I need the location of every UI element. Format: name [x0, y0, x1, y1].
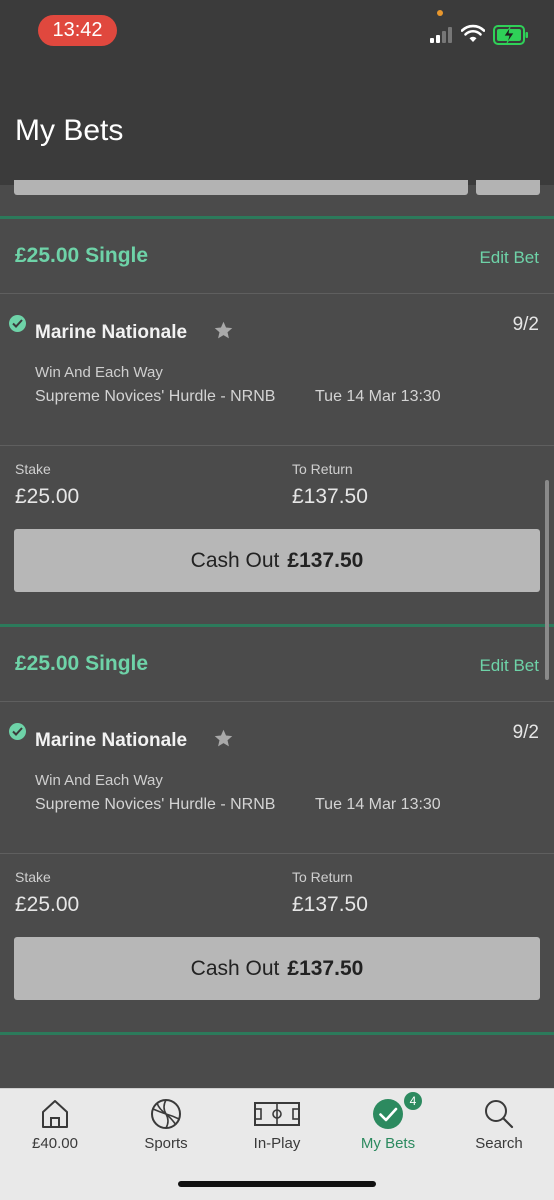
bet-title: £25.00 Single [15, 244, 149, 267]
nav-label: My Bets [360, 1135, 416, 1152]
nav-label: In-Play [253, 1135, 301, 1152]
cash-out-amount: £137.50 [287, 956, 364, 980]
to-return-value: £137.50 [292, 893, 368, 916]
divider [0, 701, 554, 702]
wifi-icon [461, 24, 485, 42]
odds: 9/2 [512, 314, 539, 335]
selection-name: Marine Nationale [35, 322, 188, 343]
bet-card: £25.00 Single Edit Bet Marine Nationale … [0, 219, 554, 627]
divider [0, 293, 554, 294]
check-icon [9, 723, 26, 740]
privacy-indicator-dot [437, 10, 443, 16]
to-return-label: To Return [292, 869, 353, 885]
stake-label: Stake [15, 461, 51, 477]
event-name: Supreme Novices' Hurdle - NRNB [35, 796, 276, 813]
home-indicator[interactable] [178, 1181, 376, 1187]
cash-out-button[interactable]: Cash Out £137.50 [14, 529, 540, 592]
nav-item-in-play[interactable]: In-Play [222, 1089, 332, 1169]
nav-item-balance[interactable]: £40.00 [0, 1089, 110, 1169]
app-header: 13:42 My Bets [0, 0, 554, 185]
bet-separator [0, 1032, 554, 1035]
home-icon [42, 1100, 68, 1128]
odds: 9/2 [512, 722, 539, 743]
nav-item-my-bets[interactable]: My Bets [333, 1089, 443, 1169]
event-time: Tue 14 Mar 13:30 [315, 388, 441, 405]
check-icon [9, 315, 26, 332]
edit-bet-link[interactable]: Edit Bet [479, 248, 539, 268]
bet-card: £25.00 Single Edit Bet Marine Nationale … [0, 627, 554, 1035]
scrollbar[interactable] [545, 480, 549, 680]
market-type: Win And Each Way [35, 772, 163, 789]
cellular-signal-icon [430, 25, 454, 43]
stake-label: Stake [15, 869, 51, 885]
divider [0, 853, 554, 854]
event-name: Supreme Novices' Hurdle - NRNB [35, 388, 276, 405]
status-time: 13:42 [38, 15, 117, 46]
page-title: My Bets [15, 114, 124, 147]
battery-charging-icon [493, 25, 528, 45]
checkmark-icon [373, 1099, 403, 1129]
search-icon [485, 1100, 514, 1129]
football-icon [151, 1099, 181, 1129]
nav-item-search[interactable]: Search [444, 1089, 554, 1169]
event-time: Tue 14 Mar 13:30 [315, 796, 441, 813]
pitch-icon [254, 1102, 300, 1126]
cash-out-label: Cash Out [190, 956, 280, 980]
cash-out-label: Cash Out [190, 548, 280, 572]
market-type: Win And Each Way [35, 364, 163, 381]
previous-action-button-edge[interactable] [476, 180, 540, 195]
stake-value: £25.00 [15, 485, 80, 508]
nav-label: Sports [144, 1135, 188, 1152]
selection-name: Marine Nationale [35, 730, 188, 751]
to-return-label: To Return [292, 461, 353, 477]
divider [0, 445, 554, 446]
bet-title: £25.00 Single [15, 652, 149, 675]
nav-item-sports[interactable]: Sports [111, 1089, 221, 1169]
nav-label: Search [475, 1135, 523, 1152]
favourite-star-icon[interactable] [213, 320, 234, 341]
favourite-star-icon[interactable] [213, 728, 234, 749]
my-bets-count-badge: 4 [404, 1092, 422, 1110]
previous-cashout-button-edge[interactable] [14, 180, 468, 195]
edit-bet-link[interactable]: Edit Bet [479, 656, 539, 676]
cash-out-amount: £137.50 [287, 548, 364, 572]
stake-value: £25.00 [15, 893, 80, 916]
cash-out-button[interactable]: Cash Out £137.50 [14, 937, 540, 1000]
to-return-value: £137.50 [292, 485, 368, 508]
nav-label: £40.00 [32, 1135, 78, 1152]
